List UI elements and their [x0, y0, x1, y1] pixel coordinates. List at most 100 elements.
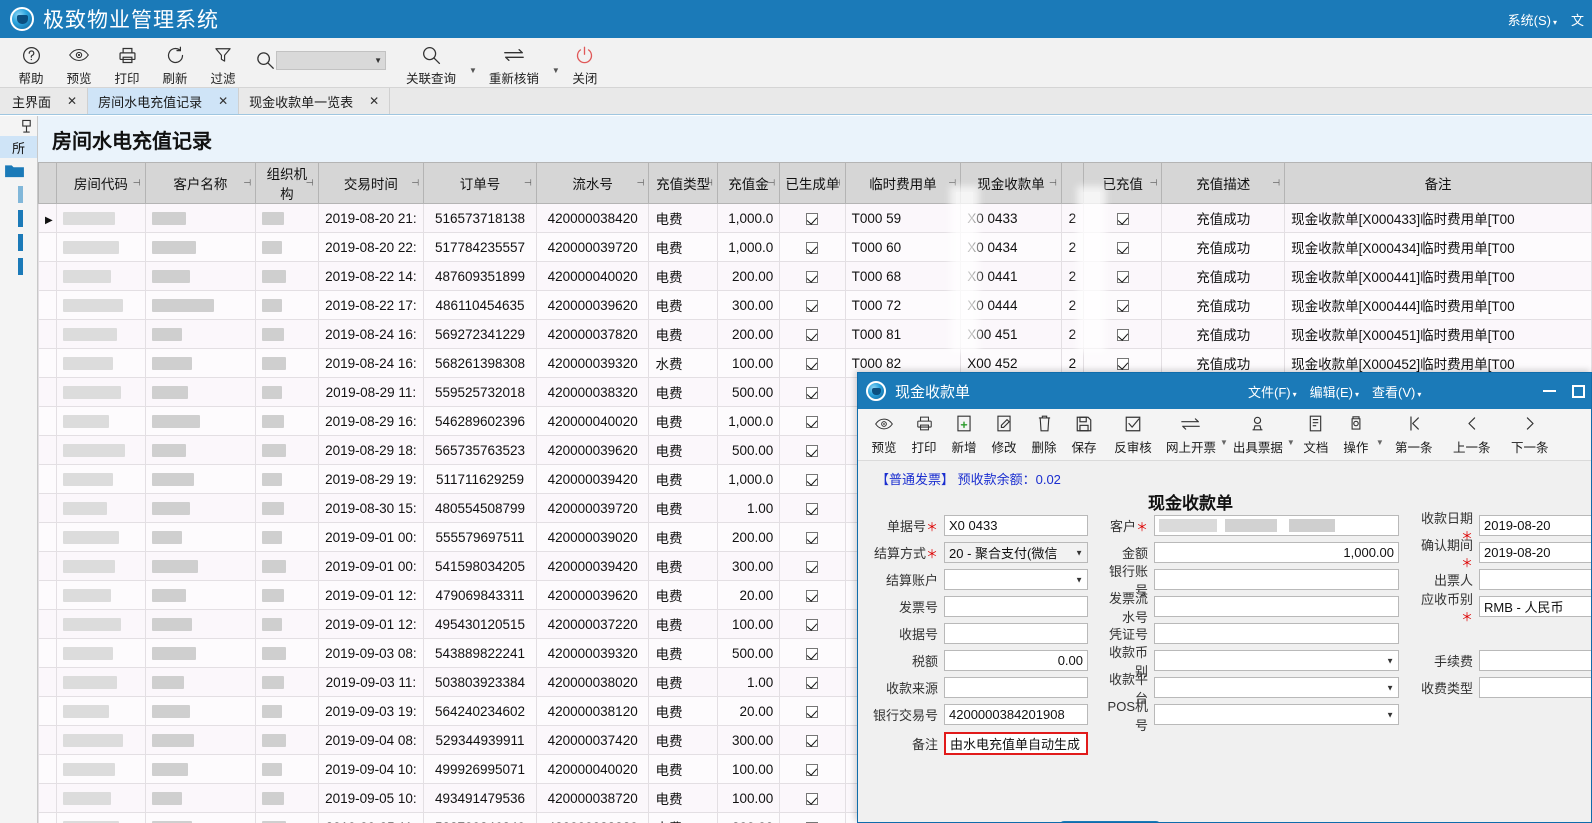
cell-generated-flag[interactable]	[779, 232, 846, 262]
minimize-icon[interactable]	[1543, 390, 1556, 392]
close-icon[interactable]: ✕	[369, 94, 379, 108]
row-selector[interactable]	[38, 812, 58, 823]
toolbar-help-button[interactable]: 帮助	[8, 40, 54, 87]
cell-generated-flag[interactable]	[779, 406, 846, 436]
cell-generated-flag[interactable]	[779, 203, 846, 233]
row-selector[interactable]	[38, 580, 58, 610]
remark-input[interactable]: 由水电充值单自动生成	[944, 731, 1088, 755]
checkbox-checked[interactable]	[806, 270, 819, 283]
table-row[interactable]: ▶ 2019-08-20 21: 516573718138 420000038420 电…	[38, 203, 1592, 233]
cell-generated-flag[interactable]	[779, 638, 846, 668]
bill-no-input[interactable]: X0 0433	[944, 515, 1088, 536]
receipt-source-input[interactable]	[944, 677, 1088, 698]
col-recharge-desc[interactable]: 充值描述 ⊣	[1161, 162, 1286, 204]
checkbox-checked[interactable]	[1116, 299, 1129, 312]
cell-generated-flag[interactable]	[779, 812, 846, 823]
cell-generated-flag[interactable]	[779, 464, 846, 494]
cell-generated-flag[interactable]	[779, 261, 846, 291]
cash-receipt-dialog[interactable]: 现金收款单 文件(F) ▾ 编辑(E) ▾ 查看(V) ▾ 预览 打印 新增 修…	[857, 372, 1592, 823]
toolbar-filter-button[interactable]: 过滤	[200, 40, 246, 87]
checkbox-checked[interactable]	[1116, 270, 1129, 283]
column-pin-icon[interactable]: ⊣	[705, 178, 713, 189]
dialog-document-button[interactable]: 文档	[1296, 412, 1336, 456]
row-selector[interactable]	[38, 232, 58, 262]
col-charged-flag[interactable]: 已充值 ⊣	[1082, 162, 1163, 204]
column-pin-icon[interactable]: ⊣	[524, 178, 532, 189]
row-selector[interactable]	[38, 464, 58, 494]
table-row[interactable]: 2019-08-20 22: 517784235557 420000039720 电费…	[38, 232, 1592, 262]
cell-generated-flag[interactable]	[779, 667, 846, 697]
sidebar-tree-node[interactable]	[18, 234, 23, 251]
column-pin-icon[interactable]: ⊣	[637, 178, 645, 189]
online-invoice-chevron-down-icon[interactable]: ▼	[1220, 438, 1228, 447]
checkbox-checked[interactable]	[1116, 241, 1129, 254]
dialog-operation-button[interactable]: 操作	[1336, 412, 1376, 456]
cell-generated-flag[interactable]	[779, 580, 846, 610]
checkbox-checked[interactable]	[806, 763, 819, 776]
col-temp-fee-order[interactable]: 临时费用单 ⊣	[844, 162, 962, 204]
toolbar-rewriteoff-button[interactable]: 重新核销	[479, 40, 549, 87]
charge-type-select[interactable]: ▼	[1479, 677, 1591, 698]
checkbox-checked[interactable]	[806, 792, 819, 805]
table-row[interactable]: 2019-08-24 16: 569272341229 420000037820 电费…	[38, 319, 1592, 349]
column-pin-icon[interactable]: ⊣	[411, 178, 419, 189]
row-selector[interactable]	[38, 696, 58, 726]
col-organization[interactable]: 组织机构 ⊣	[255, 162, 319, 204]
settle-method-select[interactable]: 20 - 聚合支付(微信 ▼	[944, 542, 1088, 563]
sidebar-tree-node[interactable]	[18, 186, 23, 203]
menu-view[interactable]: 查看(V) ▾	[1372, 382, 1421, 401]
dialog-preview-button[interactable]: 预览	[864, 412, 904, 456]
checkbox-checked[interactable]	[806, 299, 819, 312]
toolbar-related-query-button[interactable]: 关联查询	[396, 40, 466, 87]
cell-generated-flag[interactable]	[779, 435, 846, 465]
sidebar-tree-node[interactable]	[18, 210, 23, 227]
dialog-prev-record-button[interactable]: 上一条	[1443, 412, 1501, 456]
maximize-icon[interactable]	[1572, 384, 1585, 398]
checkbox-checked[interactable]	[1116, 357, 1129, 370]
row-selector[interactable]	[38, 377, 58, 407]
menu-secondary[interactable]: 文	[1571, 10, 1584, 29]
col-serial-no[interactable]: 流水号 ⊣	[535, 162, 650, 204]
checkbox-checked[interactable]	[806, 212, 819, 225]
cell-generated-flag[interactable]	[779, 696, 846, 726]
cell-generated-flag[interactable]	[779, 319, 846, 349]
row-selector[interactable]: ▶	[38, 203, 58, 233]
folder-icon[interactable]	[0, 158, 37, 179]
row-selector[interactable]	[38, 783, 58, 813]
col-order-no[interactable]: 订单号 ⊣	[423, 162, 537, 204]
table-row[interactable]: 2019-08-22 14: 487609351899 420000040020 电费…	[38, 261, 1592, 291]
row-selector[interactable]	[38, 319, 58, 349]
checkbox-checked[interactable]	[806, 560, 819, 573]
tab-main-screen[interactable]: 主界面 ✕	[2, 88, 89, 114]
bank-account-input[interactable]	[1154, 569, 1399, 590]
drawer-input[interactable]	[1479, 569, 1591, 590]
cell-generated-flag[interactable]	[779, 493, 846, 523]
cell-generated-flag[interactable]	[779, 754, 846, 784]
col-cash-receipt[interactable]: 现金收款单 ⊣	[960, 162, 1062, 204]
col-customer-name[interactable]: 客户名称 ⊣	[144, 162, 257, 204]
col-generated-flag[interactable]: 已生成单 ⊣	[779, 162, 846, 204]
pos-no-select[interactable]: ▼	[1154, 704, 1399, 725]
customer-input[interactable]	[1154, 515, 1399, 536]
menu-system[interactable]: 系统(S) ▾	[1508, 10, 1557, 29]
checkbox-checked[interactable]	[806, 705, 819, 718]
checkbox-checked[interactable]	[806, 647, 819, 660]
sidebar-label[interactable]: 所	[0, 136, 37, 158]
row-selector[interactable]	[38, 667, 58, 697]
confirm-period-input[interactable]: 2019-08-20	[1479, 542, 1591, 563]
cell-charged-flag[interactable]	[1082, 203, 1163, 233]
search-input[interactable]: ▼	[276, 50, 386, 70]
voucher-no-input[interactable]	[1154, 623, 1399, 644]
cell-generated-flag[interactable]	[779, 725, 846, 755]
tab-cash-receipt-list[interactable]: 现金收款单一览表 ✕	[239, 88, 391, 114]
receivable-currency-select[interactable]: RMB - 人民币▼	[1479, 596, 1591, 617]
row-selector[interactable]	[38, 551, 58, 581]
checkbox-checked[interactable]	[806, 241, 819, 254]
cell-charged-flag[interactable]	[1082, 261, 1163, 291]
settle-account-select[interactable]: ▼	[944, 569, 1088, 590]
cell-generated-flag[interactable]	[779, 609, 846, 639]
sidebar-tree-node[interactable]	[18, 258, 23, 275]
dialog-save-button[interactable]: 保存	[1064, 412, 1104, 456]
cell-generated-flag[interactable]	[779, 783, 846, 813]
checkbox-checked[interactable]	[806, 676, 819, 689]
